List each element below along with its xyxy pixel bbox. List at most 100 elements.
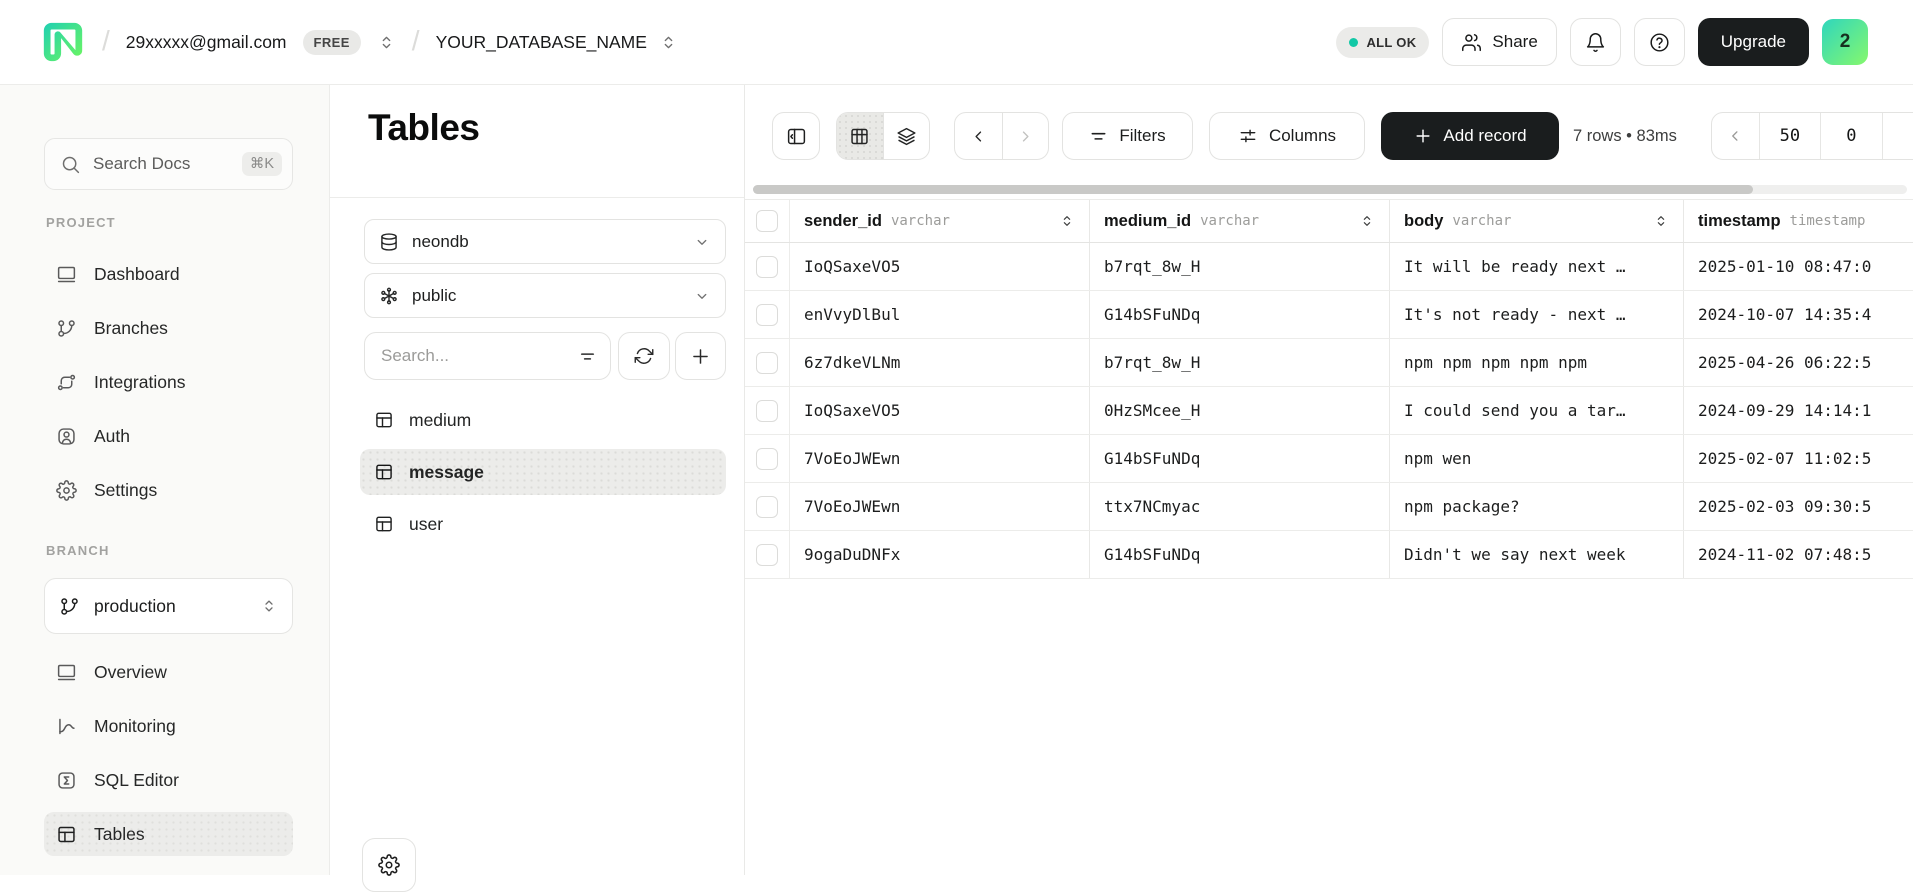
add-table-button[interactable]: [675, 332, 726, 380]
database-selector-chevron-icon[interactable]: [659, 33, 678, 52]
table-list-item-user[interactable]: user: [360, 501, 726, 547]
cell-body[interactable]: npm package?: [1390, 483, 1684, 530]
sidebar-item-tables[interactable]: Tables: [44, 812, 293, 856]
cell-body[interactable]: I could send you a tar…: [1390, 387, 1684, 434]
cell-body[interactable]: npm npm npm npm npm: [1390, 339, 1684, 386]
cell-body[interactable]: It will be ready next …: [1390, 243, 1684, 290]
share-button[interactable]: Share: [1442, 18, 1556, 66]
horizontal-scrollbar-thumb[interactable]: [753, 185, 1753, 194]
pager-extra-cell[interactable]: [1883, 113, 1913, 159]
cell-medium-id[interactable]: ttx7NCmyac: [1090, 483, 1390, 530]
row-checkbox[interactable]: [756, 544, 778, 566]
filter-lines-icon[interactable]: [578, 347, 597, 366]
sidebar-item-settings[interactable]: Settings: [44, 468, 293, 512]
grid-view-toggle[interactable]: [837, 113, 883, 159]
filters-button[interactable]: Filters: [1062, 112, 1193, 160]
page-size-value[interactable]: 50: [1760, 113, 1822, 159]
table-search-input[interactable]: [381, 346, 578, 366]
database-name[interactable]: YOUR_DATABASE_NAME: [436, 32, 647, 53]
column-header-medium-id[interactable]: medium_id varchar: [1090, 200, 1390, 242]
sort-chevrons-icon[interactable]: [1059, 213, 1075, 229]
collapse-panel-button[interactable]: [772, 112, 820, 160]
help-button[interactable]: [1634, 18, 1685, 66]
table-row[interactable]: 7VoEoJWEwn ttx7NCmyac npm package? 2025-…: [745, 483, 1913, 531]
cell-sender-id[interactable]: IoQSaxeVO5: [790, 243, 1090, 290]
layers-view-toggle[interactable]: [883, 113, 929, 159]
table-row[interactable]: 6z7dkeVLNm b7rqt_8w_H npm npm npm npm np…: [745, 339, 1913, 387]
row-checkbox[interactable]: [756, 496, 778, 518]
search-docs-label: Search Docs: [93, 154, 190, 174]
cell-timestamp[interactable]: 2024-11-02 07:48:5: [1684, 531, 1913, 578]
cell-sender-id[interactable]: 6z7dkeVLNm: [790, 339, 1090, 386]
notification-count-badge[interactable]: 2: [1822, 19, 1868, 65]
table-row[interactable]: 9ogaDuDNFx G14bSFuNDq Didn't we say next…: [745, 531, 1913, 579]
cell-medium-id[interactable]: G14bSFuNDq: [1090, 531, 1390, 578]
cell-medium-id[interactable]: b7rqt_8w_H: [1090, 243, 1390, 290]
upgrade-button[interactable]: Upgrade: [1698, 18, 1809, 66]
row-checkbox[interactable]: [756, 400, 778, 422]
cell-body[interactable]: Didn't we say next week: [1390, 531, 1684, 578]
select-all-checkbox[interactable]: [756, 210, 778, 232]
cell-timestamp[interactable]: 2025-01-10 08:47:0: [1684, 243, 1913, 290]
sidebar-item-integrations[interactable]: Integrations: [44, 360, 293, 404]
neon-logo-icon[interactable]: [40, 19, 86, 65]
cell-sender-id[interactable]: 7VoEoJWEwn: [790, 483, 1090, 530]
pager-prev-button[interactable]: [1712, 113, 1760, 159]
column-header-body[interactable]: body varchar: [1390, 200, 1684, 242]
sort-chevrons-icon[interactable]: [1359, 213, 1375, 229]
cell-medium-id[interactable]: 0HzSMcee_H: [1090, 387, 1390, 434]
add-record-button[interactable]: Add record: [1381, 112, 1559, 160]
table-row[interactable]: IoQSaxeVO5 0HzSMcee_H I could send you a…: [745, 387, 1913, 435]
account-selector-chevron-icon[interactable]: [377, 33, 396, 52]
cell-sender-id[interactable]: 9ogaDuDNFx: [790, 531, 1090, 578]
row-checkbox[interactable]: [756, 352, 778, 374]
cell-timestamp[interactable]: 2025-02-07 11:02:5: [1684, 435, 1913, 482]
sidebar-item-dashboard[interactable]: Dashboard: [44, 252, 293, 296]
table-list-item-message[interactable]: message: [360, 449, 726, 495]
status-badge[interactable]: ALL OK: [1336, 27, 1429, 58]
row-checkbox[interactable]: [756, 448, 778, 470]
database-select[interactable]: neondb: [364, 219, 726, 264]
sidebar-item-monitoring[interactable]: Monitoring: [44, 704, 293, 748]
cell-timestamp[interactable]: 2024-09-29 14:14:1: [1684, 387, 1913, 434]
sidebar-item-branches[interactable]: Branches: [44, 306, 293, 350]
account-email[interactable]: 29xxxxx@gmail.com: [126, 32, 287, 53]
sidebar-item-overview[interactable]: Overview: [44, 650, 293, 694]
refresh-button[interactable]: [618, 332, 670, 380]
sidebar-item-auth[interactable]: Auth: [44, 414, 293, 458]
sidebar-item-sql-editor[interactable]: SQL Editor: [44, 758, 293, 802]
column-header-timestamp[interactable]: timestamp timestamp: [1684, 200, 1913, 242]
column-header-sender-id[interactable]: sender_id varchar: [790, 200, 1090, 242]
sidebar-item-label: Settings: [94, 480, 157, 501]
cell-medium-id[interactable]: b7rqt_8w_H: [1090, 339, 1390, 386]
table-row[interactable]: enVvyDlBul G14bSFuNDq It's not ready - n…: [745, 291, 1913, 339]
cell-timestamp[interactable]: 2024-10-07 14:35:4: [1684, 291, 1913, 338]
cell-timestamp[interactable]: 2025-04-26 06:22:5: [1684, 339, 1913, 386]
cell-sender-id[interactable]: IoQSaxeVO5: [790, 387, 1090, 434]
next-page-button[interactable]: [1002, 113, 1048, 159]
table-row[interactable]: 7VoEoJWEwn G14bSFuNDq npm wen 2025-02-07…: [745, 435, 1913, 483]
table-row[interactable]: IoQSaxeVO5 b7rqt_8w_H It will be ready n…: [745, 243, 1913, 291]
cell-body[interactable]: It's not ready - next …: [1390, 291, 1684, 338]
table-list-item-medium[interactable]: medium: [360, 397, 726, 443]
sort-chevrons-icon[interactable]: [1653, 213, 1669, 229]
prev-page-button[interactable]: [955, 113, 1002, 159]
panel-settings-button[interactable]: [362, 838, 416, 892]
cell-sender-id[interactable]: 7VoEoJWEwn: [790, 435, 1090, 482]
columns-button[interactable]: Columns: [1209, 112, 1365, 160]
gear-icon: [56, 480, 77, 501]
cell-body[interactable]: npm wen: [1390, 435, 1684, 482]
cell-medium-id[interactable]: G14bSFuNDq: [1090, 435, 1390, 482]
schema-select[interactable]: public: [364, 273, 726, 318]
search-docs-button[interactable]: Search Docs ⌘K: [44, 138, 293, 190]
cell-medium-id[interactable]: G14bSFuNDq: [1090, 291, 1390, 338]
row-checkbox[interactable]: [756, 256, 778, 278]
page-offset-value[interactable]: 0: [1821, 113, 1883, 159]
branch-selector[interactable]: production: [44, 578, 293, 634]
cell-timestamp[interactable]: 2025-02-03 09:30:5: [1684, 483, 1913, 530]
horizontal-scrollbar[interactable]: [753, 185, 1907, 194]
notifications-button[interactable]: [1570, 18, 1621, 66]
cell-sender-id[interactable]: enVvyDlBul: [790, 291, 1090, 338]
table-icon: [374, 410, 394, 430]
row-checkbox[interactable]: [756, 304, 778, 326]
